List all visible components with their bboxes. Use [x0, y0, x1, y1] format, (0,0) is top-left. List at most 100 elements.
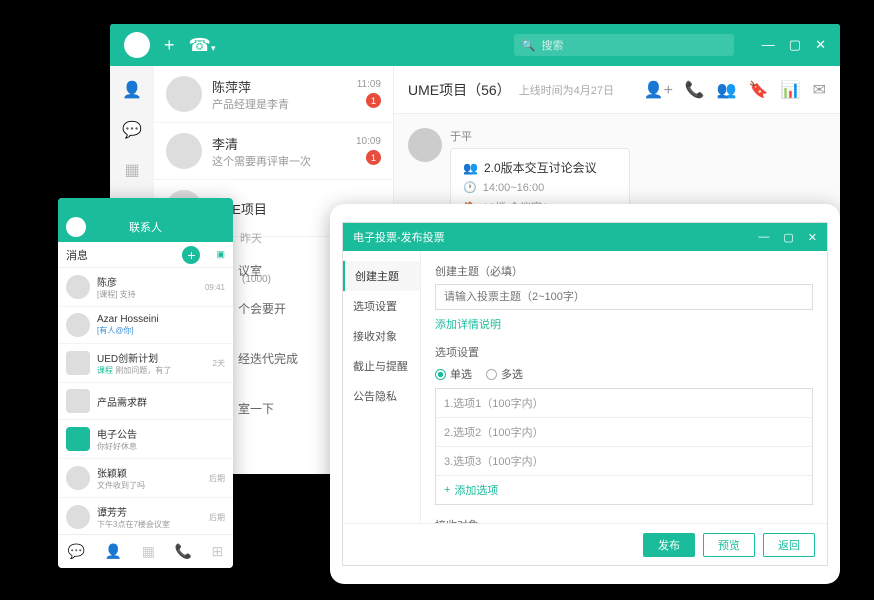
add-option-button[interactable]: +添加选项 [436, 476, 812, 504]
avatar [166, 133, 202, 169]
option-list: 1.选项1（100字内） 2.选项2（100字内） 3.选项3（100字内） +… [435, 388, 813, 505]
publish-button[interactable]: 发布 [643, 533, 695, 557]
add-user-icon[interactable]: 👤+ [644, 80, 673, 100]
conv-time: 10:09 [356, 136, 381, 147]
conv-name: 李清 [212, 134, 346, 153]
close-icon[interactable]: ✕ [808, 231, 817, 244]
phone-tabs: 消息 + ▣ [58, 242, 233, 268]
titlebar: + ☎▾ 🔍 搜索 — ▢ ✕ [110, 24, 840, 66]
add-detail-link[interactable]: 添加详情说明 [435, 316, 813, 332]
tab-contacts-icon[interactable]: 👤 [105, 543, 122, 560]
nav-contacts-icon[interactable]: 👤 [122, 80, 142, 100]
conversation-item[interactable]: 李清这个需要再评审一次 10:09 1 [154, 123, 393, 180]
list-item[interactable]: Azar Hosseini[有人@你] [58, 307, 233, 344]
conv-preview: 产品经理是李青 [212, 96, 347, 112]
group-icon[interactable]: 👥 [717, 80, 737, 100]
new-chat-button[interactable]: + [182, 246, 200, 264]
avatar [166, 76, 202, 112]
contacts-icon[interactable]: ▣ [216, 249, 225, 260]
maximize-icon[interactable]: ▢ [789, 37, 801, 53]
conv-name: 陈萍萍 [212, 77, 347, 96]
plus-icon: + [444, 484, 450, 496]
message-avatar [408, 128, 442, 162]
unread-badge: 1 [366, 150, 381, 165]
conv-time: 11:09 [357, 79, 381, 90]
tab-call-icon[interactable]: 📞 [174, 543, 191, 560]
dialog-main: 创建主题（必填） 添加详情说明 选项设置 单选 多选 1.选项1（100字内） … [421, 251, 827, 523]
titlebar-icons: + ☎▾ [164, 35, 215, 56]
minimize-icon[interactable]: — [758, 231, 769, 244]
stats-icon[interactable]: 📊 [781, 80, 801, 100]
messages-tab[interactable]: 消息 [66, 247, 88, 263]
call-icon[interactable]: 📞 [685, 80, 705, 100]
voting-dialog: 电子投票-发布投票 — ▢ ✕ 创建主题 选项设置 接收对象 截止与提醒 公告隐… [342, 222, 828, 566]
nav-recipients[interactable]: 接收对象 [343, 321, 420, 351]
card-time: 14:00~16:00 [483, 182, 544, 194]
list-item[interactable]: 产品需求群 [58, 383, 233, 420]
nav-privacy[interactable]: 公告隐私 [343, 381, 420, 411]
chat-fragment: (1000) [242, 274, 271, 285]
dialog-titlebar: 电子投票-发布投票 — ▢ ✕ [343, 223, 827, 251]
conv-preview: 这个需要再评审一次 [212, 153, 346, 169]
nav-create-topic[interactable]: 创建主题 [343, 261, 420, 291]
back-button[interactable]: 返回 [763, 533, 815, 557]
nav-chat-icon[interactable]: 💬 [122, 120, 142, 140]
mail-icon[interactable]: ✉ [813, 80, 826, 100]
tab-work-icon[interactable]: ▦ [142, 543, 155, 560]
avatar[interactable] [66, 217, 86, 237]
options-label: 选项设置 [435, 344, 813, 360]
conversation-item[interactable]: 陈萍萍产品经理是李青 11:09 1 [154, 66, 393, 123]
card-title: 2.0版本交互讨论会议 [484, 159, 597, 176]
phone-title: 联系人 [129, 219, 162, 235]
list-item[interactable]: UED创新计划课程 刚加问题，有了2天 [58, 344, 233, 383]
avatar[interactable] [124, 32, 150, 58]
tab-chat-icon[interactable]: 💬 [68, 543, 85, 560]
add-icon[interactable]: + [164, 35, 175, 56]
chat-subtitle: 上线时间为4月27日 [519, 82, 614, 98]
dialog-title-text: 电子投票-发布投票 [353, 229, 445, 245]
nav-options[interactable]: 选项设置 [343, 291, 420, 321]
chat-actions: 👤+ 📞 👥 🔖 📊 ✉ [644, 80, 826, 100]
chat-header: UME项目（56） 上线时间为4月27日 👤+ 📞 👥 🔖 📊 ✉ [394, 66, 840, 114]
chat-fragment: 昨天 [240, 230, 262, 246]
maximize-icon[interactable]: ▢ [783, 231, 793, 244]
meeting-icon: 👥 [463, 161, 478, 175]
phone-icon[interactable]: ☎▾ [189, 35, 216, 56]
option-input[interactable]: 3.选项3（100字内） [436, 447, 812, 476]
dialog-nav: 创建主题 选项设置 接收对象 截止与提醒 公告隐私 [343, 251, 421, 523]
tab-discover-icon[interactable]: ⊞ [211, 543, 223, 560]
list-item[interactable]: 谭芳芳下午3点在7楼会议室后期 [58, 498, 233, 537]
phone-header: 联系人 [58, 212, 233, 242]
search-placeholder: 搜索 [542, 37, 564, 53]
chat-fragment: 个会要开 [238, 300, 286, 317]
list-item[interactable]: 陈彦[课程] 支持09:41 [58, 268, 233, 307]
phone-status-bar [58, 198, 233, 212]
chat-title: UME项目（56） [408, 80, 511, 100]
preview-button[interactable]: 预览 [703, 533, 755, 557]
nav-deadline[interactable]: 截止与提醒 [343, 351, 420, 381]
chat-fragment: 经迭代完成 [238, 350, 298, 367]
chat-fragment: 室一下 [238, 400, 274, 417]
topic-input[interactable] [435, 284, 813, 310]
radio-single[interactable]: 单选 [435, 366, 472, 382]
list-item[interactable]: 张颖颖文件收到了吗后期 [58, 459, 233, 498]
choice-type-radio: 单选 多选 [435, 366, 813, 382]
option-input[interactable]: 1.选项1（100字内） [436, 389, 812, 418]
radio-multi[interactable]: 多选 [486, 366, 523, 382]
list-item[interactable]: 电子公告你好好休息 [58, 420, 233, 459]
close-icon[interactable]: ✕ [815, 37, 826, 53]
search-input[interactable]: 🔍 搜索 [514, 34, 734, 56]
nav-apps-icon[interactable]: ▦ [122, 160, 142, 180]
dialog-footer: 发布 预览 返回 [343, 523, 827, 565]
topic-label: 创建主题（必填） [435, 263, 813, 279]
option-input[interactable]: 2.选项2（100字内） [436, 418, 812, 447]
bookmark-icon[interactable]: 🔖 [749, 80, 769, 100]
phone-tabbar: 💬 👤 ▦ 📞 ⊞ [58, 534, 233, 568]
search-icon: 🔍 [522, 39, 536, 52]
unread-badge: 1 [366, 93, 381, 108]
tablet-frame: 电子投票-发布投票 — ▢ ✕ 创建主题 选项设置 接收对象 截止与提醒 公告隐… [330, 204, 840, 584]
minimize-icon[interactable]: — [762, 37, 775, 53]
window-controls: — ▢ ✕ [762, 37, 826, 53]
phone-conversation-list: 陈彦[课程] 支持09:41 Azar Hosseini[有人@你] UED创新… [58, 268, 233, 568]
phone-mockup: 联系人 消息 + ▣ 陈彦[课程] 支持09:41 Azar Hosseini[… [58, 198, 233, 568]
